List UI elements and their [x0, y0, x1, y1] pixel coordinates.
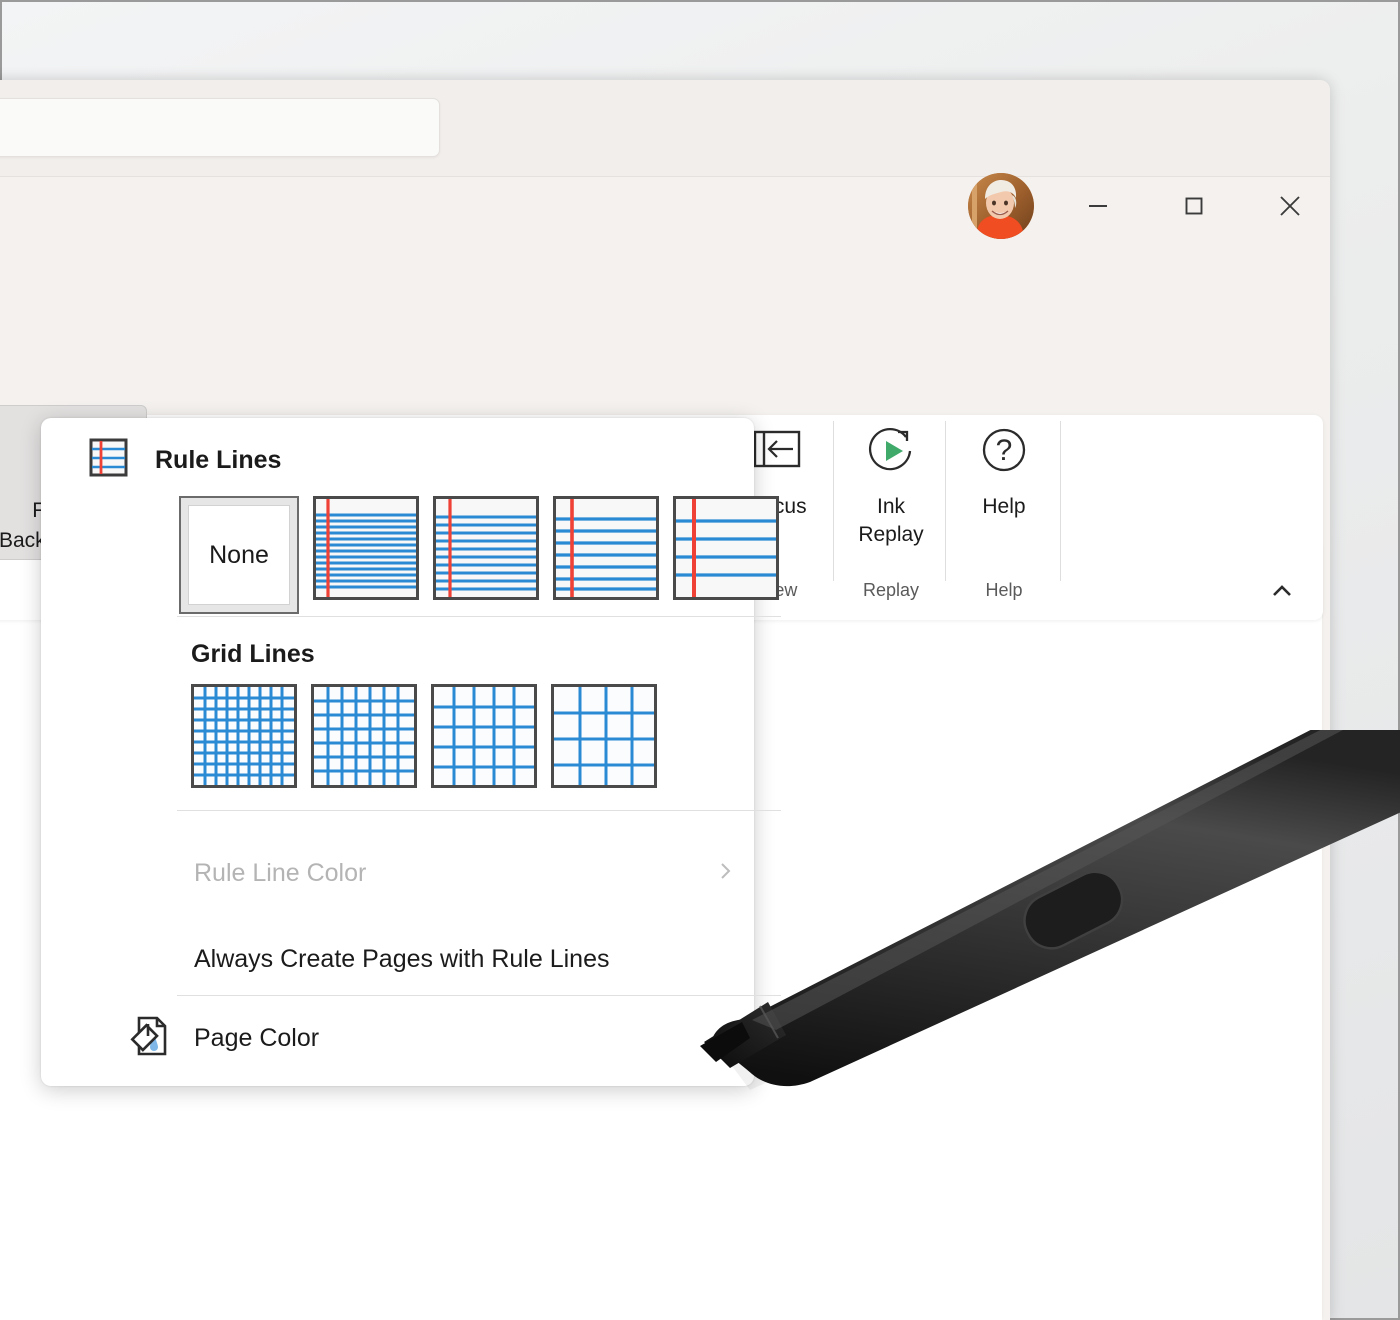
avatar-photo-icon	[968, 173, 1034, 239]
chevron-right-icon	[714, 860, 736, 887]
rule-lines-narrow-option[interactable]	[313, 496, 419, 600]
rule-lines-icon	[88, 437, 129, 483]
grid-lines-gallery	[191, 684, 657, 788]
ink-replay-label-line2: Replay	[858, 521, 923, 549]
avatar[interactable]	[968, 173, 1034, 239]
rule-lines-standard-icon	[556, 499, 656, 597]
ink-replay-label-line1: Ink	[877, 493, 905, 521]
group-label-replay: Replay	[843, 580, 939, 601]
menu-divider	[177, 810, 781, 811]
ink-replay-icon	[860, 419, 922, 485]
rule-lines-college-icon	[436, 499, 536, 597]
page-color-icon	[127, 1014, 171, 1063]
menu-header: Rule Lines	[41, 418, 754, 502]
format-background-menu: Rule Lines None	[41, 418, 754, 1086]
rule-line-color-item[interactable]: Rule Line Color	[41, 842, 754, 904]
menu-divider	[177, 995, 781, 996]
gallery-gap	[539, 496, 553, 614]
screen-root: Search notebooks	[0, 0, 1400, 1320]
group-label-help: Help	[956, 580, 1052, 601]
page-color-label: Page Color	[194, 1024, 319, 1053]
minimize-icon	[1085, 193, 1111, 219]
help-label: Help	[982, 493, 1025, 521]
page-color-item[interactable]: Page Color	[41, 1006, 754, 1070]
ink-replay-button[interactable]: Ink Replay	[843, 419, 939, 549]
rule-lines-none-label: None	[188, 505, 290, 605]
grid-lines-small-option[interactable]	[191, 684, 297, 788]
maximize-button[interactable]	[1161, 173, 1227, 239]
gallery-gap	[297, 684, 311, 788]
rule-lines-wide-icon	[676, 499, 776, 597]
grid-lines-medium-icon	[314, 687, 414, 785]
rule-lines-college-option[interactable]	[433, 496, 539, 600]
rule-lines-wide-option[interactable]	[673, 496, 779, 600]
collapse-ribbon-button[interactable]	[1267, 576, 1297, 606]
grid-lines-extra-large-option[interactable]	[551, 684, 657, 788]
quick-search-box[interactable]	[0, 98, 440, 157]
close-button[interactable]	[1257, 173, 1323, 239]
rule-lines-standard-option[interactable]	[553, 496, 659, 600]
chevron-right-icon	[718, 1023, 744, 1054]
svg-text:?: ?	[996, 434, 1013, 467]
help-button[interactable]: ? Help	[956, 419, 1052, 521]
grid-lines-section-title: Grid Lines	[191, 640, 315, 669]
chevron-up-icon	[1269, 581, 1295, 601]
minimize-button[interactable]	[1065, 173, 1131, 239]
ribbon-separator	[833, 421, 834, 581]
grid-lines-large-icon	[434, 687, 534, 785]
close-icon	[1276, 192, 1304, 220]
rule-lines-gallery: None	[179, 496, 779, 614]
rule-line-color-label: Rule Line Color	[194, 859, 366, 888]
menu-divider	[177, 616, 781, 617]
ribbon-separator	[1060, 421, 1061, 581]
focus-icon	[747, 419, 809, 485]
grid-lines-extra-large-icon	[554, 687, 654, 785]
maximize-icon	[1181, 193, 1207, 219]
rule-lines-narrow-icon	[316, 499, 416, 597]
gallery-gap	[299, 496, 313, 614]
ribbon-separator	[945, 421, 946, 581]
grid-lines-medium-option[interactable]	[311, 684, 417, 788]
always-create-pages-item[interactable]: Always Create Pages with Rule Lines	[41, 928, 754, 990]
help-icon: ?	[973, 419, 1035, 485]
title-bar	[0, 80, 1330, 176]
menu-header-title: Rule Lines	[155, 446, 281, 475]
gallery-gap	[537, 684, 551, 788]
grid-lines-large-option[interactable]	[431, 684, 537, 788]
always-create-pages-label: Always Create Pages with Rule Lines	[194, 945, 609, 974]
gallery-gap	[419, 496, 433, 614]
rule-lines-none-option[interactable]: None	[179, 496, 299, 614]
grid-lines-small-icon	[194, 687, 294, 785]
gallery-gap	[659, 496, 673, 614]
gallery-gap	[417, 684, 431, 788]
